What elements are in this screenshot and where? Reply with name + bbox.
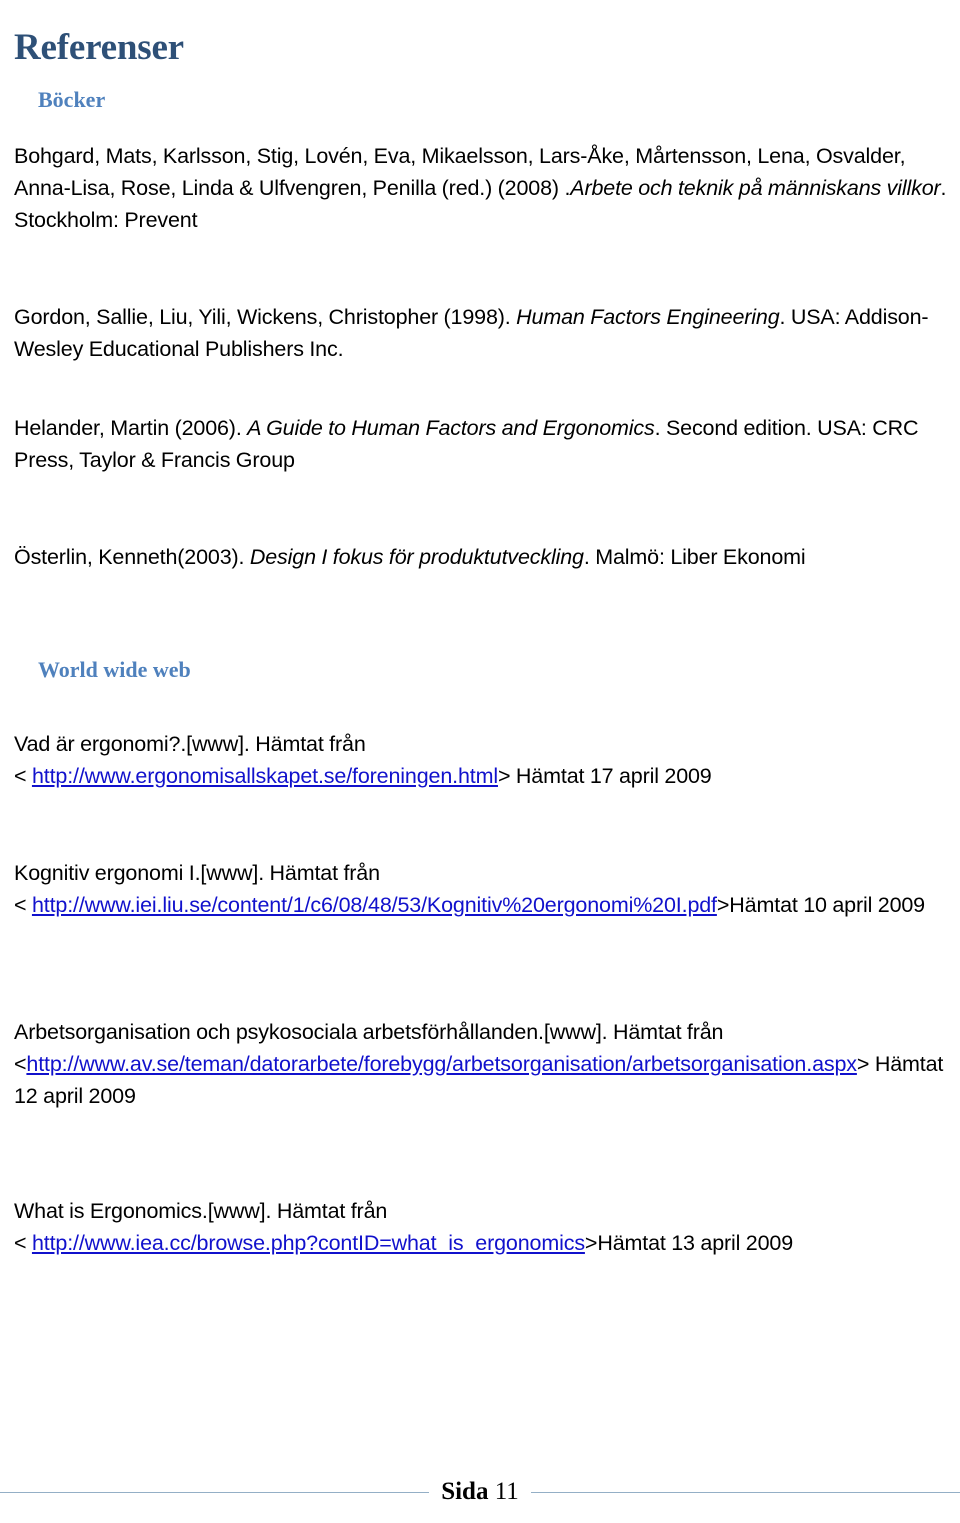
reference-link[interactable]: http://www.ergonomisallskapet.se/forenin… <box>32 764 498 788</box>
angle-bracket-close: > <box>584 1230 598 1255</box>
reference-entry-book-3: Helander, Martin (2006). A Guide to Huma… <box>14 412 950 476</box>
reference-entry-book-4: Österlin, Kenneth(2003). Design I fokus … <box>14 541 950 573</box>
retrieved-date: Hämtat 10 april 2009 <box>729 892 925 917</box>
reference-title: A Guide to Human Factors and Ergonomics <box>247 415 655 440</box>
web-source-title: Arbetsorganisation och psykosociala arbe… <box>14 1019 724 1044</box>
footer-page-number: 11 <box>494 1478 519 1505</box>
document-page: Referenser Böcker Bohgard, Mats, Karlsso… <box>0 0 960 1523</box>
reference-entry-book-1: Bohgard, Mats, Karlsson, Stig, Lovén, Ev… <box>14 140 950 236</box>
footer-rule-left <box>0 1491 430 1493</box>
web-source-title: What is Ergonomics.[www]. Hämtat från <box>14 1198 388 1223</box>
angle-bracket-close: > <box>497 763 516 788</box>
reference-title: Design I fokus för produktutveckling <box>249 544 584 569</box>
reference-entry-web-3: Arbetsorganisation och psykosociala arbe… <box>14 1016 950 1112</box>
reference-entry-web-4: What is Ergonomics.[www]. Hämtat från < h… <box>14 1195 950 1259</box>
section-heading-web: World wide web <box>38 657 191 682</box>
footer-rule-right <box>530 1491 960 1493</box>
angle-bracket-open: < <box>14 892 32 917</box>
reference-authors: Österlin, Kenneth(2003). <box>14 544 250 569</box>
retrieved-date: Hämtat 17 april 2009 <box>515 763 712 788</box>
reference-title: Arbete och teknik på människans villkor <box>570 175 941 200</box>
reference-publisher: . Malmö: Liber Ekonomi <box>583 544 806 569</box>
footer-sida-word: Sida <box>441 1478 489 1505</box>
section-heading-books: Böcker <box>38 87 106 112</box>
web-source-title: Kognitiv ergonomi I.[www]. Hämtat från <box>14 860 380 885</box>
angle-bracket-close: > <box>716 892 730 917</box>
reference-link[interactable]: http://www.iei.liu.se/content/1/c6/08/48… <box>32 893 717 917</box>
reference-entry-web-2: Kognitiv ergonomi I.[www]. Hämtat från < … <box>14 857 950 921</box>
angle-bracket-open: < <box>14 1051 27 1076</box>
reference-link[interactable]: http://www.av.se/teman/datorarbete/foreb… <box>26 1052 857 1076</box>
document-body: Böcker Bohgard, Mats, Karlsson, Stig, Lo… <box>14 86 950 1280</box>
reference-authors: Gordon, Sallie, Liu, Yili, Wickens, Chri… <box>14 304 517 329</box>
retrieved-date: Hämtat 13 april 2009 <box>597 1230 794 1255</box>
reference-entry-web-1: Vad är ergonomi?.[www]. Hämtat från < htt… <box>14 728 950 792</box>
angle-bracket-open: < <box>14 1230 32 1255</box>
page-footer: Sida 11 <box>0 1478 960 1506</box>
reference-authors: Helander, Martin (2006). <box>14 415 248 440</box>
web-source-title: Vad är ergonomi?.[www]. Hämtat från <box>14 731 366 756</box>
reference-link[interactable]: http://www.iea.cc/browse.php?contID=what… <box>32 1231 585 1255</box>
page-number-label: Sida 11 <box>429 1478 531 1506</box>
page-title: Referenser <box>14 26 184 68</box>
reference-entry-book-2: Gordon, Sallie, Liu, Yili, Wickens, Chri… <box>14 301 950 365</box>
angle-bracket-close: > <box>856 1051 875 1076</box>
angle-bracket-open: < <box>14 763 32 788</box>
reference-title: Human Factors Engineering <box>516 304 780 329</box>
